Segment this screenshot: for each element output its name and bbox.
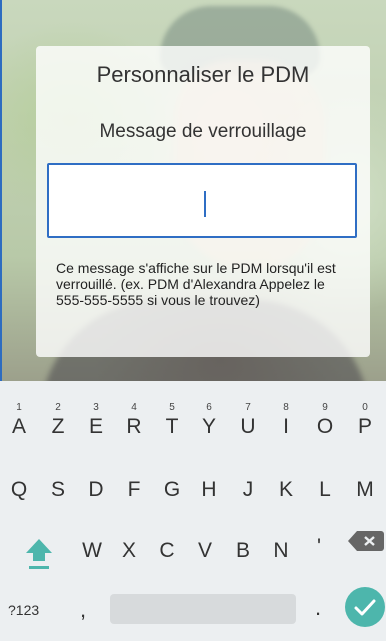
key-apostrophe[interactable]: ' [304, 535, 334, 559]
key-n[interactable]: N [266, 539, 296, 563]
key-p-number: 0 [362, 402, 368, 413]
key-r-number: 4 [131, 402, 137, 413]
key-p-label: P [357, 415, 372, 438]
key-z[interactable]: 2Z [43, 402, 73, 439]
key-v[interactable]: V [190, 539, 220, 563]
key-u-label: U [240, 415, 256, 438]
space-bar[interactable] [110, 594, 296, 624]
shift-icon [26, 539, 52, 569]
symbols-key[interactable]: ?123 [8, 602, 39, 618]
key-h[interactable]: H [194, 478, 224, 502]
key-w[interactable]: W [77, 539, 107, 563]
key-d[interactable]: D [81, 478, 111, 502]
shift-key[interactable] [24, 537, 54, 571]
key-e-number: 3 [93, 402, 99, 413]
key-s[interactable]: S [43, 478, 73, 502]
lock-message-dialog: Personnaliser le PDM Message de verrouil… [36, 46, 370, 357]
key-x[interactable]: X [114, 539, 144, 563]
key-o[interactable]: 9O [310, 402, 340, 439]
check-icon [354, 599, 376, 616]
key-f[interactable]: F [119, 478, 149, 502]
key-a-number: 1 [16, 402, 22, 413]
key-p[interactable]: 0P [350, 402, 380, 439]
enter-key[interactable] [345, 587, 385, 627]
key-y[interactable]: 6Y [194, 402, 224, 439]
key-i-label: I [283, 415, 289, 438]
key-r[interactable]: 4R [119, 402, 149, 439]
key-t-label: T [165, 415, 179, 438]
key-a-label: A [11, 415, 26, 438]
lock-message-input[interactable] [47, 163, 357, 238]
key-z-label: Z [51, 415, 65, 438]
key-k[interactable]: K [271, 478, 301, 502]
key-e-label: E [88, 415, 103, 438]
key-m[interactable]: M [350, 478, 380, 502]
key-e[interactable]: 3E [81, 402, 111, 439]
key-i-number: 8 [283, 402, 289, 413]
key-c[interactable]: C [152, 539, 182, 563]
text-caret [204, 191, 206, 217]
key-i[interactable]: 8I [271, 402, 301, 439]
key-u[interactable]: 7U [233, 402, 263, 439]
on-screen-keyboard: 1A 2Z 3E 4R 5T 6Y 7U 8I 9O 0P Q S D F G … [0, 381, 386, 641]
key-y-label: Y [201, 415, 216, 438]
dialog-title: Personnaliser le PDM [96, 62, 310, 87]
key-t[interactable]: 5T [157, 402, 187, 439]
period-key[interactable]: . [315, 595, 321, 621]
key-q[interactable]: Q [4, 478, 34, 502]
key-r-label: R [126, 415, 142, 438]
backspace-key[interactable] [347, 529, 385, 553]
dialog-subtitle: Message de verrouillage [99, 121, 307, 142]
key-b[interactable]: B [228, 539, 258, 563]
key-z-number: 2 [55, 402, 61, 413]
key-a[interactable]: 1A [4, 402, 34, 439]
key-y-number: 6 [206, 402, 212, 413]
key-u-number: 7 [245, 402, 251, 413]
key-t-number: 5 [169, 402, 175, 413]
key-o-label: O [316, 415, 334, 438]
help-text: Ce message s'affiche sur le PDM lorsqu'i… [56, 260, 336, 308]
key-g[interactable]: G [157, 478, 187, 502]
key-j[interactable]: J [233, 478, 263, 502]
backspace-icon [348, 531, 384, 551]
key-o-number: 9 [322, 402, 328, 413]
key-l[interactable]: L [310, 478, 340, 502]
comma-key[interactable]: , [80, 597, 86, 623]
